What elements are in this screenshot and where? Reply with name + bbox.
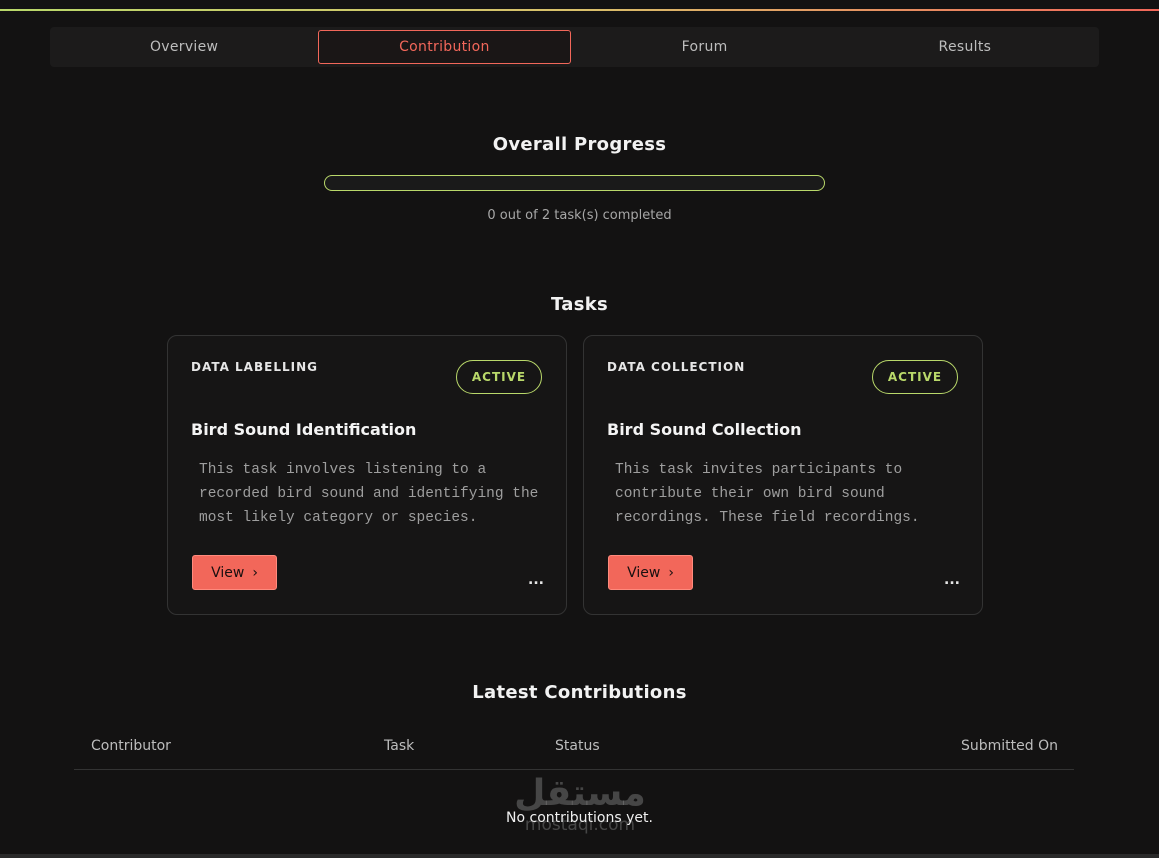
page: Overview Contribution Forum Results Over… [0,0,1159,858]
latest-contributions-title: Latest Contributions [472,682,687,703]
column-header-status: Status [555,738,600,754]
view-button-label: View [627,564,661,581]
view-button-label: View [211,564,245,581]
column-header-contributor: Contributor [91,738,171,754]
view-task-button[interactable]: View › [608,555,693,590]
empty-state-text: No contributions yet. [506,810,653,826]
more-options-icon[interactable]: ... [528,573,544,587]
task-description: This task invites participants to contri… [615,462,920,526]
column-header-task: Task [384,738,415,754]
chevron-right-icon: › [252,564,258,581]
view-task-button[interactable]: View › [192,555,277,590]
watermark-logo: مستقل mostaql.com [505,772,655,842]
task-description: This task involves listening to a record… [199,462,539,526]
progress-status-text: 0 out of 2 task(s) completed [487,208,672,223]
contributions-table-header: Contributor Task Status Submitted On [74,732,1074,770]
chevron-right-icon: › [668,564,674,581]
task-title: Bird Sound Identification [191,420,417,439]
tab-overview[interactable]: Overview [58,30,310,64]
task-card: DATA COLLECTION ACTIVE Bird Sound Collec… [583,335,983,615]
task-card: DATA LABELLING ACTIVE Bird Sound Identif… [167,335,567,615]
task-type-label: DATA LABELLING [191,360,318,374]
more-options-icon[interactable]: ... [944,573,960,587]
status-badge: ACTIVE [872,360,958,394]
task-type-label: DATA COLLECTION [607,360,746,374]
tab-bar: Overview Contribution Forum Results [50,27,1099,67]
gradient-top-line [0,9,1159,11]
status-badge: ACTIVE [456,360,542,394]
overall-progress-title: Overall Progress [492,134,667,155]
progress-bar [324,175,825,191]
tab-forum[interactable]: Forum [579,30,831,64]
tasks-title: Tasks [550,294,608,315]
tab-contribution[interactable]: Contribution [318,30,571,64]
column-header-submitted-on: Submitted On [961,738,1058,754]
task-title: Bird Sound Collection [607,420,802,439]
bottom-divider [0,854,1159,858]
tab-results[interactable]: Results [839,30,1091,64]
